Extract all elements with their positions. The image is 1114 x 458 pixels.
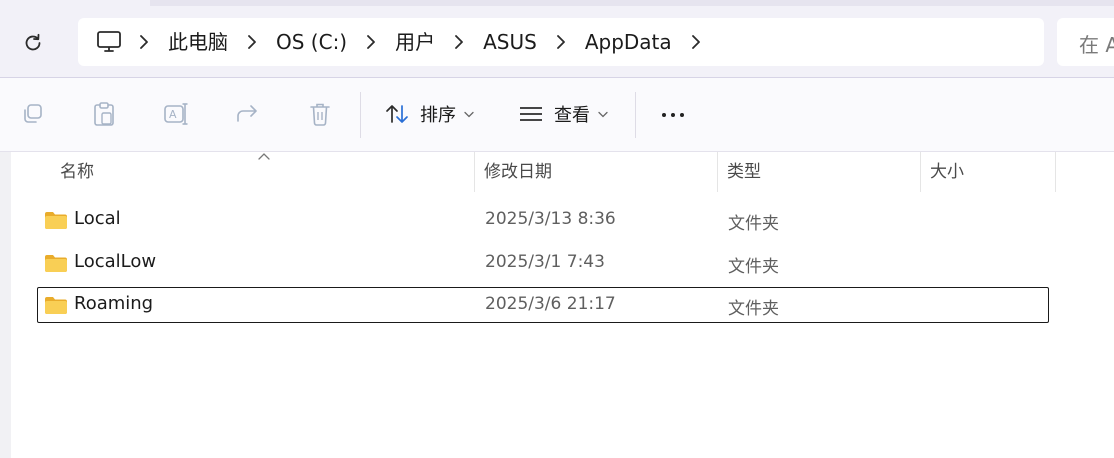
chevron-right-icon[interactable] <box>130 18 158 66</box>
rename-button[interactable]: A <box>162 100 190 128</box>
share-button[interactable] <box>234 100 262 128</box>
copy-button[interactable] <box>18 100 46 128</box>
svg-text:A: A <box>169 108 177 121</box>
toolbar-divider <box>635 92 636 138</box>
folder-icon <box>45 255 67 272</box>
rename-icon: A <box>164 103 188 125</box>
toolbar-divider <box>360 92 361 138</box>
file-modified: 2025/3/6 21:17 <box>485 294 616 314</box>
more-button[interactable] <box>658 100 688 130</box>
file-modified: 2025/3/13 8:36 <box>485 209 616 229</box>
chevron-down-icon <box>598 111 608 117</box>
file-name: Roaming <box>74 293 154 314</box>
column-header-type[interactable]: 类型 <box>727 152 761 192</box>
tab-strip <box>150 0 1114 6</box>
folder-icon <box>45 297 67 314</box>
column-divider[interactable] <box>1055 152 1056 192</box>
column-header-name[interactable]: 名称 <box>60 152 94 192</box>
file-name: Local <box>74 208 121 229</box>
this-pc-button[interactable] <box>88 18 130 66</box>
chevron-right-icon[interactable] <box>445 18 473 66</box>
sort-button[interactable]: 排序 <box>384 96 474 132</box>
trash-icon <box>310 103 330 126</box>
monitor-icon <box>97 31 121 52</box>
column-divider[interactable] <box>717 152 718 192</box>
file-type: 文件夹 <box>728 257 779 277</box>
nav-pane-edge <box>0 152 11 458</box>
view-button[interactable]: 查看 <box>518 96 608 132</box>
sort-arrows-icon <box>386 105 408 123</box>
file-row[interactable]: LocalLow 2025/3/1 7:43 文件夹 <box>37 245 1049 281</box>
column-header-size[interactable]: 大小 <box>930 152 964 192</box>
sort-ascending-icon <box>258 153 270 160</box>
breadcrumb-appdata[interactable]: AppData <box>575 18 682 66</box>
chevron-down-icon <box>464 111 474 117</box>
folder-icon <box>45 212 67 229</box>
chevron-right-icon[interactable] <box>682 18 710 66</box>
chevron-right-icon[interactable] <box>547 18 575 66</box>
chevron-right-icon[interactable] <box>357 18 385 66</box>
file-type: 文件夹 <box>728 299 779 319</box>
delete-button[interactable] <box>306 100 334 128</box>
address-bar-area: 此电脑 OS (C:) 用户 ASUS AppData 在 A <box>0 0 1114 78</box>
sort-label: 排序 <box>420 105 456 126</box>
breadcrumb-users[interactable]: 用户 <box>385 18 445 66</box>
more-horizontal-icon <box>660 113 687 117</box>
refresh-icon <box>25 33 41 51</box>
column-header-modified[interactable]: 修改日期 <box>484 152 552 192</box>
paste-icon <box>94 102 114 126</box>
command-bar: A 排序 查看 <box>0 78 1114 152</box>
file-modified: 2025/3/1 7:43 <box>485 252 605 272</box>
chevron-right-icon[interactable] <box>238 18 266 66</box>
breadcrumb-this-pc[interactable]: 此电脑 <box>158 18 238 66</box>
refresh-button[interactable] <box>14 24 52 62</box>
view-label: 查看 <box>554 105 590 126</box>
share-icon <box>237 105 257 122</box>
search-input[interactable]: 在 A <box>1057 18 1114 66</box>
copy-icon <box>24 104 42 123</box>
breadcrumb-c-drive[interactable]: OS (C:) <box>266 18 357 66</box>
file-row-selected[interactable]: Roaming 2025/3/6 21:17 文件夹 <box>37 287 1049 323</box>
file-list: 名称 修改日期 类型 大小 Local 2025/3/13 8:36 文件夹 L… <box>0 152 1114 458</box>
file-name: LocalLow <box>74 251 157 272</box>
paste-button[interactable] <box>90 100 118 128</box>
file-row[interactable]: Local 2025/3/13 8:36 文件夹 <box>37 202 1049 238</box>
column-divider[interactable] <box>474 152 475 192</box>
file-type: 文件夹 <box>728 214 779 234</box>
search-placeholder: 在 A <box>1079 33 1114 57</box>
breadcrumb[interactable]: 此电脑 OS (C:) 用户 ASUS AppData <box>78 18 1044 66</box>
breadcrumb-asus[interactable]: ASUS <box>473 18 547 66</box>
column-divider[interactable] <box>920 152 921 192</box>
list-view-icon <box>520 107 542 121</box>
